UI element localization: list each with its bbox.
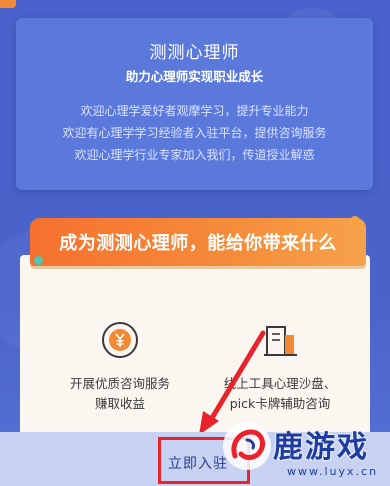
deer-logo-icon bbox=[223, 422, 271, 470]
intro-line: 欢迎心理学爱好者观摩学习，提升专业能力 bbox=[80, 104, 309, 118]
decor-dot-orange bbox=[350, 216, 360, 226]
benefit-banner-text: 成为测测心理师，能给你带来什么 bbox=[59, 233, 337, 254]
yen-coin-icon bbox=[100, 320, 140, 360]
intro-card: 测测心理师 助力心理师实现职业成长 欢迎心理学爱好者观摩学习，提升专业能力 欢迎… bbox=[16, 18, 373, 190]
feature-line: 赚取收益 bbox=[94, 396, 145, 411]
watermark-url: www.luyx.cn bbox=[287, 465, 379, 478]
decor-dot-teal bbox=[34, 256, 43, 265]
corner-decoration bbox=[0, 0, 16, 8]
intro-line: 欢迎有心理学学习经验者入驻平台，提供咨询服务 bbox=[62, 126, 327, 140]
watermark-title: 鹿游戏 bbox=[273, 430, 369, 465]
intro-subtitle: 助力心理师实现职业成长 bbox=[125, 69, 264, 84]
watermark: 鹿游戏 www.luyx.cn bbox=[215, 412, 390, 486]
intro-line: 欢迎心理学行业专家加入我们，传道授业解惑 bbox=[74, 148, 315, 162]
benefit-banner: 成为测测心理师，能给你带来什么 bbox=[30, 218, 366, 266]
intro-lines: 欢迎心理学爱好者观摩学习，提升专业能力 欢迎有心理学学习经验者入驻平台，提供咨询… bbox=[16, 100, 373, 166]
feature-income-text: 开展优质咨询服务 赚取收益 bbox=[35, 374, 205, 414]
feature-income: 开展优质咨询服务 赚取收益 bbox=[35, 320, 205, 414]
intro-title: 测测心理师 bbox=[149, 43, 240, 63]
feature-line: 开展优质咨询服务 bbox=[69, 376, 170, 391]
